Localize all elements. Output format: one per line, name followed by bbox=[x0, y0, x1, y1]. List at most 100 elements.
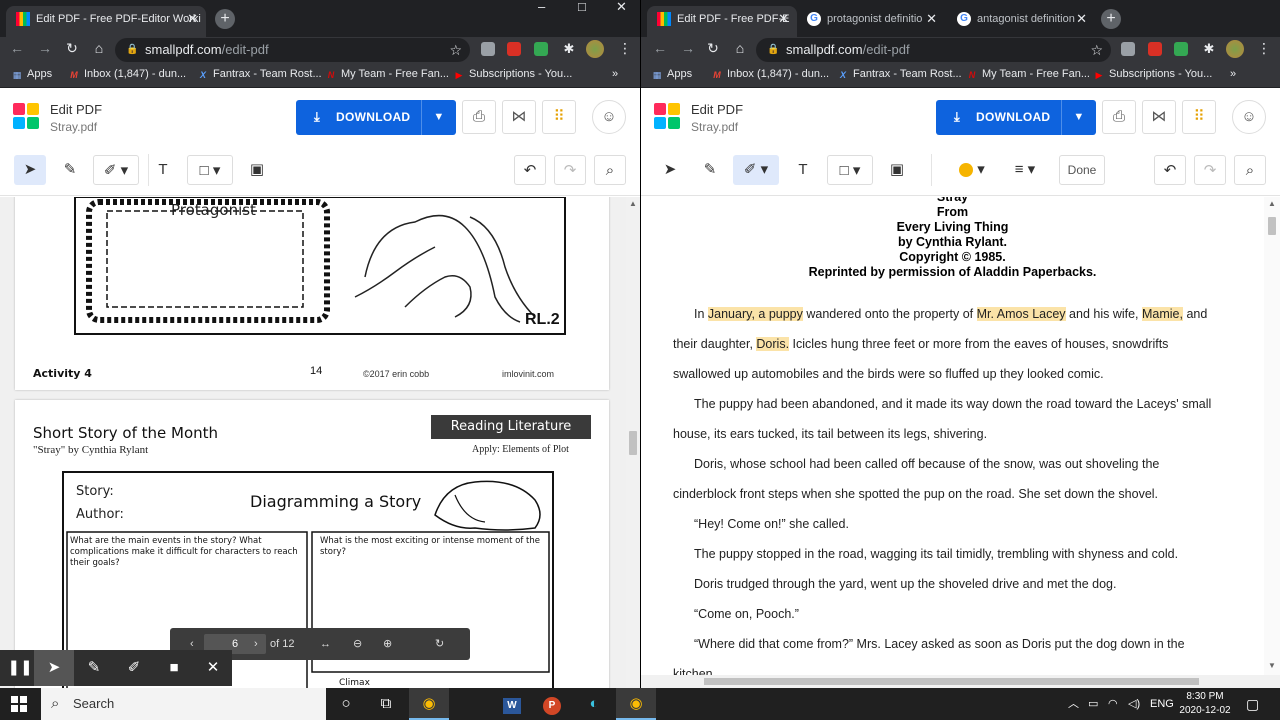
close-window-button[interactable]: ✕ bbox=[616, 0, 627, 14]
scroll-up-icon[interactable]: ▲ bbox=[629, 199, 637, 208]
cursor-icon[interactable]: ➤ bbox=[34, 650, 74, 686]
bookmark-fantrax[interactable]: X Fantrax - Team Rost... bbox=[197, 68, 322, 80]
address-bar[interactable]: 🔒 smallpdf.com/edit-pdf ☆ bbox=[756, 38, 1111, 62]
search-button[interactable]: ⌕ bbox=[594, 155, 626, 185]
profile-avatar[interactable] bbox=[586, 40, 604, 58]
bookmarks-overflow[interactable]: » bbox=[612, 68, 618, 80]
highlight-color-picker[interactable]: ▾ bbox=[949, 155, 995, 185]
task-view-icon[interactable]: ⧉ bbox=[366, 688, 406, 720]
close-icon[interactable]: ✕ bbox=[187, 6, 198, 32]
horizontal-scrollbar[interactable] bbox=[641, 675, 1280, 688]
fit-width-icon[interactable]: ↔ bbox=[320, 628, 331, 660]
close-icon[interactable]: ✕ bbox=[1076, 6, 1087, 32]
system-clock[interactable]: 8:30 PM 2020-12-02 bbox=[1172, 690, 1238, 718]
bookmark-youtube[interactable]: ▶ Subscriptions - You... bbox=[453, 68, 573, 80]
user-button[interactable]: ☺ bbox=[1232, 100, 1266, 134]
new-tab-button[interactable]: + bbox=[1101, 9, 1121, 29]
pen-tool[interactable]: ✎ bbox=[694, 155, 726, 185]
download-button[interactable]: ⤓ DOWNLOAD ▼ bbox=[296, 100, 456, 135]
bookmark-gmail[interactable]: M Inbox (1,847) - dun... bbox=[68, 68, 186, 80]
notification-icon[interactable]: ▢ bbox=[1246, 688, 1259, 720]
bookmark-star-icon[interactable]: ☆ bbox=[1090, 38, 1103, 62]
home-icon[interactable]: ⌂ bbox=[90, 40, 108, 56]
print-button[interactable]: ⎙ bbox=[462, 100, 496, 134]
menu-icon[interactable]: ⋮ bbox=[1255, 40, 1273, 57]
shape-tool[interactable]: □ ▾ bbox=[187, 155, 233, 185]
select-tool[interactable]: ➤ bbox=[654, 155, 686, 185]
forward-icon[interactable]: → bbox=[679, 40, 697, 56]
tab-protagonist[interactable]: G protagonist definitio ✕ bbox=[797, 6, 945, 37]
pen-icon[interactable]: ✎ bbox=[74, 650, 114, 686]
apps-button[interactable]: ⠿ bbox=[542, 100, 576, 134]
rotate-icon[interactable]: ↻ bbox=[435, 628, 444, 660]
zoom-in-icon[interactable]: ⊕ bbox=[383, 628, 392, 660]
vertical-scrollbar[interactable]: ▲ ▼ bbox=[1264, 197, 1280, 688]
extension-icon[interactable] bbox=[1174, 42, 1188, 56]
done-button[interactable]: Done bbox=[1059, 155, 1105, 185]
chevron-down-icon[interactable]: ▼ bbox=[421, 100, 456, 135]
undo-button[interactable]: ↶ bbox=[514, 155, 546, 185]
bookmark-apps[interactable]: ▦ Apps bbox=[11, 68, 52, 80]
marker-icon[interactable]: ✐ bbox=[114, 650, 154, 686]
extension-icon[interactable] bbox=[507, 42, 521, 56]
pdf-viewer[interactable]: Protagonist RL.2 Activity 4 14 ©2017 eri… bbox=[0, 197, 640, 688]
scroll-thumb[interactable] bbox=[629, 431, 637, 455]
share-button[interactable]: ⋈ bbox=[502, 100, 536, 134]
image-tool[interactable]: ▣ bbox=[881, 155, 913, 185]
print-button[interactable]: ⎙ bbox=[1102, 100, 1136, 134]
extension-icon[interactable] bbox=[481, 42, 495, 56]
bookmark-nfl[interactable]: N My Team - Free Fan... bbox=[966, 68, 1090, 80]
edge-icon[interactable]: ◐ bbox=[574, 688, 614, 720]
maximize-button[interactable]: □ bbox=[578, 0, 586, 14]
powerpoint-icon[interactable]: P bbox=[532, 688, 572, 720]
vertical-scrollbar[interactable]: ▲ bbox=[626, 197, 640, 688]
camera-icon[interactable]: ■ bbox=[154, 650, 194, 686]
forward-icon[interactable]: → bbox=[36, 40, 54, 56]
select-tool[interactable]: ➤ bbox=[14, 155, 46, 185]
download-button[interactable]: ⤓ DOWNLOAD ▼ bbox=[936, 100, 1096, 135]
shape-tool[interactable]: □ ▾ bbox=[827, 155, 873, 185]
apps-button[interactable]: ⠿ bbox=[1182, 100, 1216, 134]
reload-icon[interactable]: ↻ bbox=[704, 40, 722, 57]
windows-start-icon[interactable] bbox=[11, 696, 27, 712]
scroll-thumb[interactable] bbox=[704, 678, 1199, 685]
menu-icon[interactable]: ⋮ bbox=[616, 40, 634, 57]
close-icon[interactable]: ✕ bbox=[778, 6, 789, 32]
next-page-icon[interactable]: › bbox=[254, 628, 258, 660]
new-tab-button[interactable]: + bbox=[215, 9, 235, 29]
close-icon[interactable]: ✕ bbox=[926, 6, 937, 32]
image-tool[interactable]: ▣ bbox=[241, 155, 273, 185]
bookmarks-overflow[interactable]: » bbox=[1230, 68, 1236, 80]
taskbar-search[interactable]: ⌕ Search bbox=[41, 688, 326, 720]
redo-button[interactable]: ↷ bbox=[1194, 155, 1226, 185]
bookmark-fantrax[interactable]: X Fantrax - Team Rost... bbox=[837, 68, 962, 80]
bookmark-star-icon[interactable]: ☆ bbox=[449, 38, 462, 62]
puzzle-icon[interactable]: ✱ bbox=[560, 41, 578, 57]
text-tool[interactable]: T bbox=[147, 155, 179, 185]
tab-edit-pdf[interactable]: Edit PDF - Free PDF-E ✕ bbox=[647, 6, 797, 37]
text-tool[interactable]: T bbox=[787, 155, 819, 185]
tab-edit-pdf[interactable]: Edit PDF - Free PDF-Editor Worki ✕ bbox=[6, 6, 206, 37]
share-button[interactable]: ⋈ bbox=[1142, 100, 1176, 134]
home-icon[interactable]: ⌂ bbox=[731, 40, 749, 56]
chevron-down-icon[interactable]: ▼ bbox=[1061, 100, 1096, 135]
highlighter-tool[interactable]: ✐ ▾ bbox=[733, 155, 779, 185]
bookmark-youtube[interactable]: ▶ Subscriptions - You... bbox=[1093, 68, 1213, 80]
cortana-icon[interactable]: ○ bbox=[326, 688, 366, 720]
pen-tool[interactable]: ✎ bbox=[54, 155, 86, 185]
minimize-button[interactable]: – bbox=[538, 0, 545, 14]
extension-icon[interactable] bbox=[534, 42, 548, 56]
undo-button[interactable]: ↶ bbox=[1154, 155, 1186, 185]
back-icon[interactable]: ← bbox=[8, 40, 26, 56]
puzzle-icon[interactable]: ✱ bbox=[1200, 41, 1218, 57]
close-icon[interactable]: ✕ bbox=[193, 650, 233, 686]
chrome-icon[interactable]: ◉ bbox=[409, 688, 449, 720]
show-hidden-icons[interactable]: ︿ bbox=[1068, 688, 1079, 720]
reload-icon[interactable]: ↻ bbox=[63, 40, 81, 57]
extension-icon[interactable] bbox=[1121, 42, 1135, 56]
bookmark-nfl[interactable]: N My Team - Free Fan... bbox=[325, 68, 449, 80]
tab-antagonist[interactable]: G antagonist definition ✕ bbox=[947, 6, 1095, 37]
bookmark-gmail[interactable]: M Inbox (1,847) - dun... bbox=[711, 68, 829, 80]
search-button[interactable]: ⌕ bbox=[1234, 155, 1266, 185]
scroll-thumb[interactable] bbox=[1268, 217, 1276, 235]
